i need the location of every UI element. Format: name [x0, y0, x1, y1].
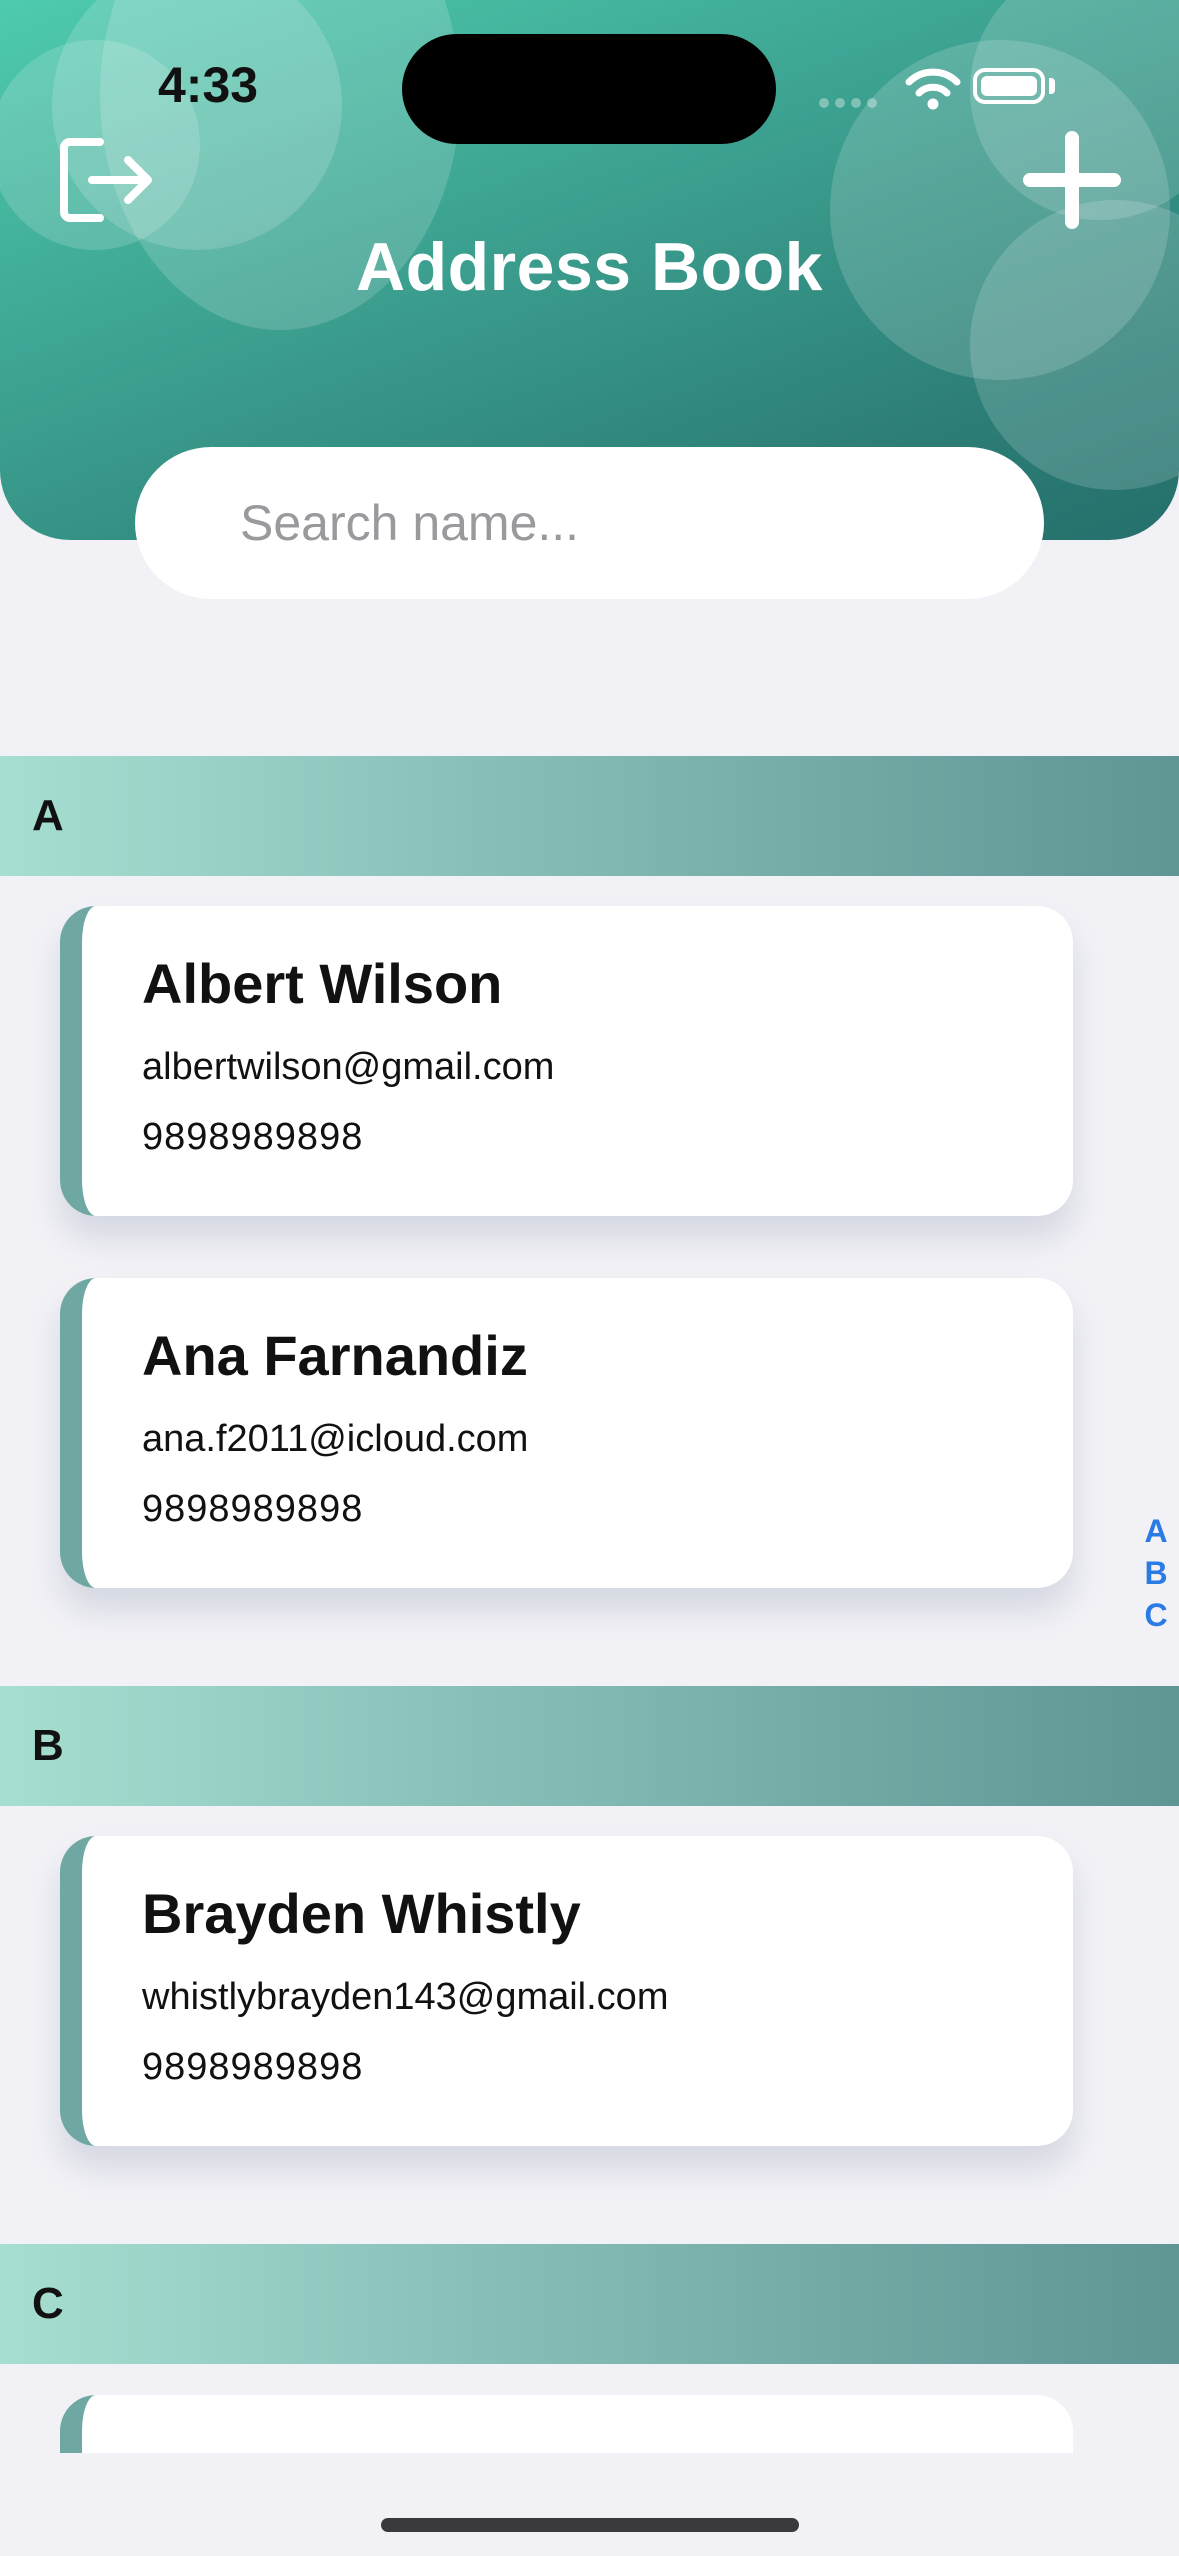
index-letter-a[interactable]: A [1138, 1510, 1174, 1552]
contact-phone: 9898989898 [142, 2046, 364, 2088]
dynamic-island [402, 34, 776, 144]
contact-name: Ana Farnandiz [142, 1324, 528, 1387]
section-header-c: C [0, 2244, 1179, 2364]
wifi-icon [905, 68, 961, 110]
add-contact-button[interactable] [1022, 130, 1122, 230]
status-time: 4:33 [158, 57, 259, 113]
logout-button[interactable] [56, 130, 156, 230]
section-index[interactable]: A B C [1138, 1510, 1174, 1636]
contact-card[interactable] [60, 2395, 1073, 2455]
plus-icon [1023, 131, 1121, 229]
search-field[interactable] [135, 447, 1044, 599]
contact-email: albertwilson@gmail.com [142, 1046, 555, 1088]
battery-icon [973, 68, 1045, 104]
contact-phone: 9898989898 [142, 1116, 364, 1158]
contact-email: whistlybrayden143@gmail.com [142, 1976, 669, 2018]
contact-phone: 9898989898 [142, 1488, 364, 1530]
contact-card[interactable]: Ana Farnandiz ana.f2011@icloud.com 98989… [60, 1278, 1073, 1588]
status-icons [819, 0, 1179, 140]
signal-icon [819, 95, 883, 113]
section-header-a: A [0, 756, 1179, 876]
index-letter-c[interactable]: C [1138, 1594, 1174, 1636]
battery-cap [1049, 78, 1055, 94]
search-input[interactable] [238, 493, 1044, 553]
home-indicator[interactable] [381, 2518, 799, 2532]
page-title: Address Book [356, 229, 823, 305]
contact-name: Albert Wilson [142, 952, 503, 1015]
index-letter-b[interactable]: B [1138, 1552, 1174, 1594]
contact-card[interactable]: Albert Wilson albertwilson@gmail.com 989… [60, 906, 1073, 1216]
contact-email: ana.f2011@icloud.com [142, 1418, 529, 1460]
section-header-b: B [0, 1686, 1179, 1806]
logout-icon [60, 138, 152, 222]
contact-name: Brayden Whistly [142, 1882, 581, 1945]
contact-card[interactable]: Brayden Whistly whistlybrayden143@gmail.… [60, 1836, 1073, 2146]
bottom-safe-area [0, 2453, 1179, 2556]
